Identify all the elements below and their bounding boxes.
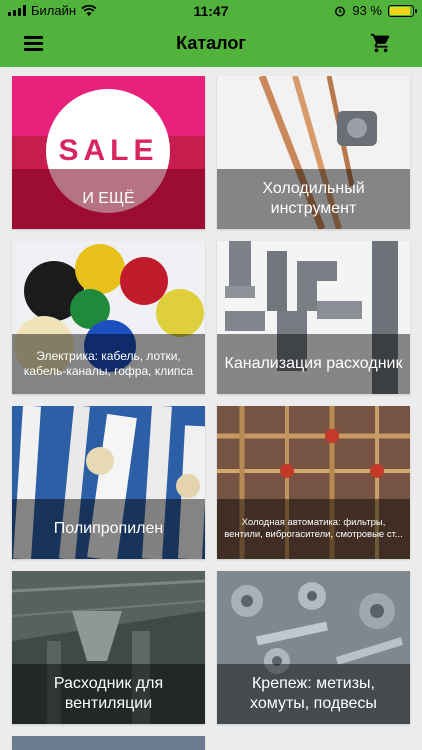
tile-label: Холодная автоматика: фильтры, вентили, в…	[217, 499, 410, 559]
tile-label: Электрика: кабель, лотки, кабель-каналы,…	[12, 334, 205, 394]
tile-label: Крепеж: метизы, хомуты, подвесы	[217, 664, 410, 724]
catalog-tile-fasteners[interactable]: Крепеж: метизы, хомуты, подвесы	[217, 571, 410, 724]
tile-label: Канализация расходник	[217, 334, 410, 394]
tile-label: И ЕЩЁ	[12, 169, 205, 229]
nav-bar: Каталог	[0, 22, 422, 67]
tile-label: Расходник для вентиляции	[12, 664, 205, 724]
catalog-tile-sewage[interactable]: Канализация расходник	[217, 241, 410, 394]
tile-label: Полипропилен	[12, 499, 205, 559]
catalog-tile-cold-automation[interactable]: Холодная автоматика: фильтры, вентили, в…	[217, 406, 410, 559]
catalog-tile-polypropylene[interactable]: Полипропилен	[12, 406, 205, 559]
battery-icon	[388, 4, 417, 17]
battery-percent: 93 %	[352, 3, 382, 18]
sale-text: SALE	[58, 134, 159, 167]
tile-label: Холодильный инструмент	[217, 169, 410, 229]
catalog-tile-sale[interactable]: SALE И ЕЩЁ	[12, 76, 205, 229]
alarm-icon	[335, 6, 346, 16]
catalog-tile-partial[interactable]	[12, 736, 205, 750]
status-right: 93 %	[334, 3, 417, 18]
status-bar: Билайн 11:47 93 %	[0, 0, 422, 22]
catalog-grid: SALE И ЕЩЁ Холодильный инструмент Электр…	[0, 67, 422, 750]
catalog-tile-electrical[interactable]: Электрика: кабель, лотки, кабель-каналы,…	[12, 241, 205, 394]
catalog-tile-ventilation[interactable]: Расходник для вентиляции	[12, 571, 205, 724]
app-header: Билайн 11:47 93 % Каталог	[0, 0, 422, 67]
catalog-tile-refrigeration-tools[interactable]: Холодильный инструмент	[217, 76, 410, 229]
shopping-cart-icon[interactable]	[370, 32, 392, 54]
page-title: Каталог	[176, 33, 246, 53]
